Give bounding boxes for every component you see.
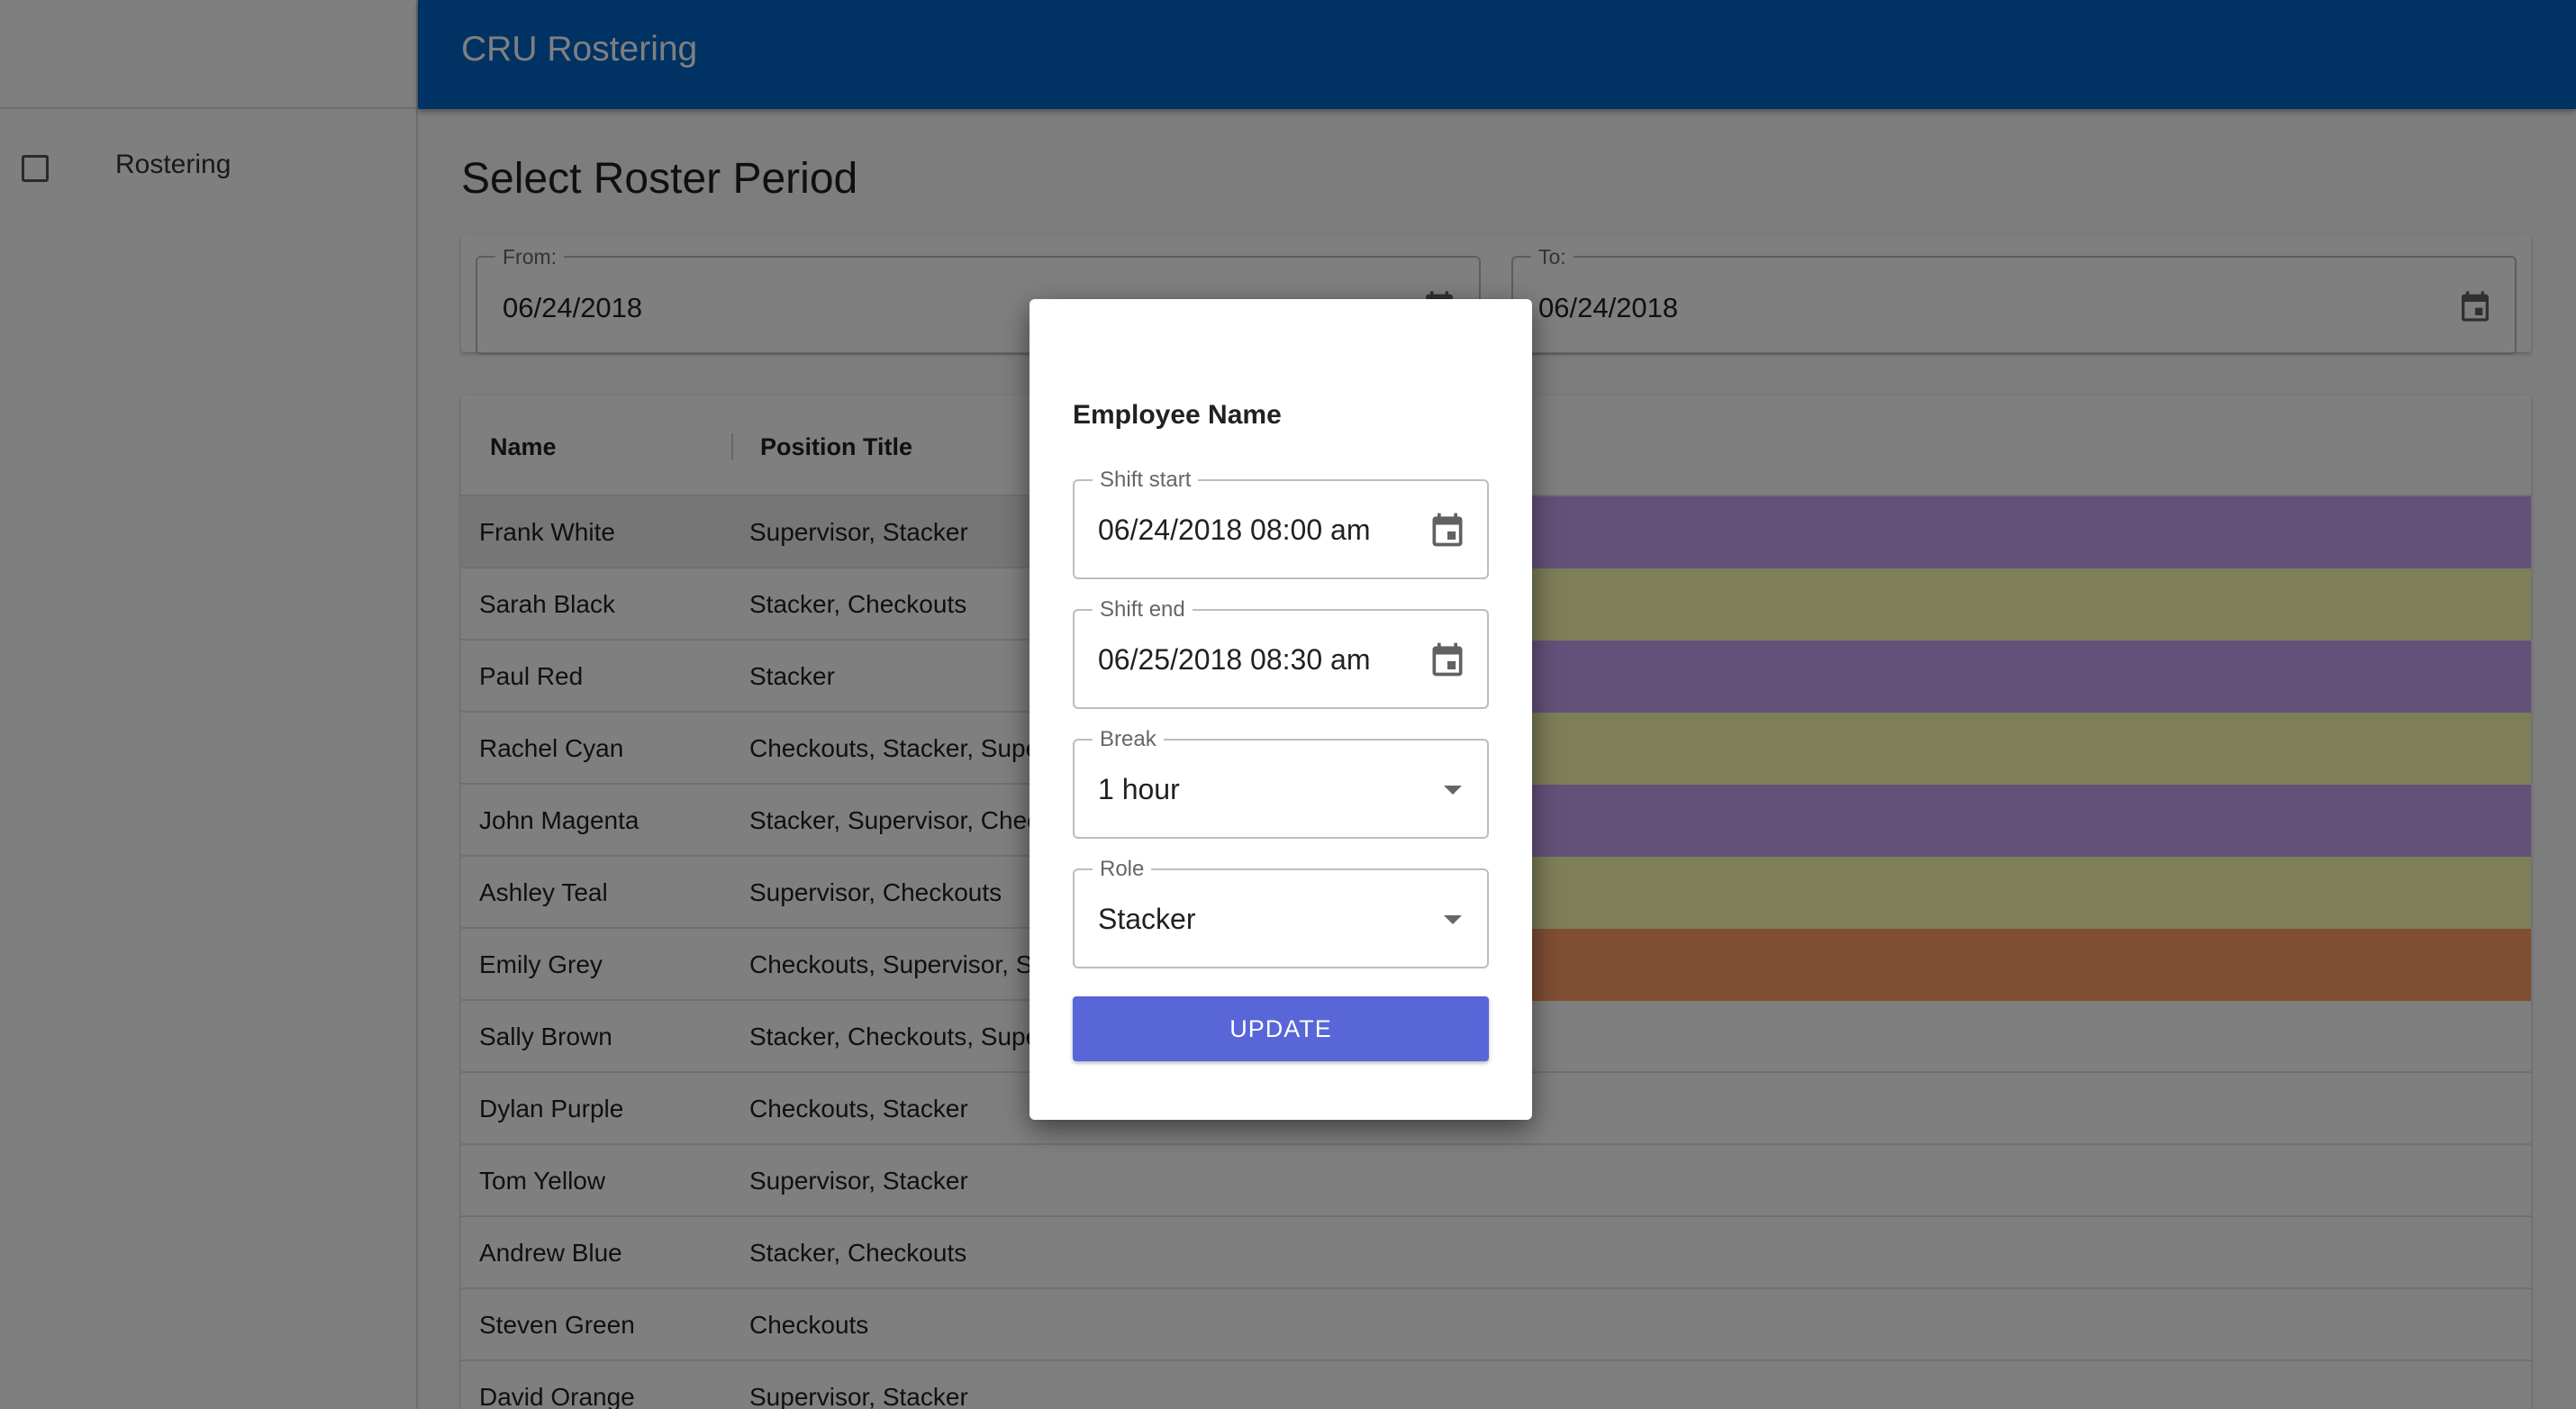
dropdown-arrow-icon[interactable] (1444, 786, 1462, 795)
dropdown-arrow-icon[interactable] (1444, 915, 1462, 924)
shift-end-field[interactable]: Shift end 06/25/2018 08:30 am (1073, 597, 1489, 709)
calendar-icon[interactable] (1428, 510, 1467, 550)
shift-end-value: 06/25/2018 08:30 am (1098, 643, 1371, 676)
break-select[interactable]: Break 1 hour (1073, 727, 1489, 839)
edit-shift-dialog: Employee Name Shift start 06/24/2018 08:… (1029, 299, 1532, 1120)
role-value: Stacker (1098, 903, 1196, 935)
role-select[interactable]: Role Stacker (1073, 857, 1489, 968)
shift-start-field[interactable]: Shift start 06/24/2018 08:00 am (1073, 468, 1489, 579)
dialog-title: Employee Name (1073, 400, 1282, 430)
role-label: Role (1093, 857, 1152, 882)
shift-end-label: Shift end (1093, 597, 1193, 623)
shift-start-label: Shift start (1093, 468, 1199, 493)
update-button[interactable]: UPDATE (1073, 996, 1489, 1061)
break-label: Break (1093, 727, 1164, 752)
calendar-icon[interactable] (1428, 640, 1467, 679)
shift-start-value: 06/24/2018 08:00 am (1098, 514, 1371, 546)
break-value: 1 hour (1098, 773, 1180, 805)
